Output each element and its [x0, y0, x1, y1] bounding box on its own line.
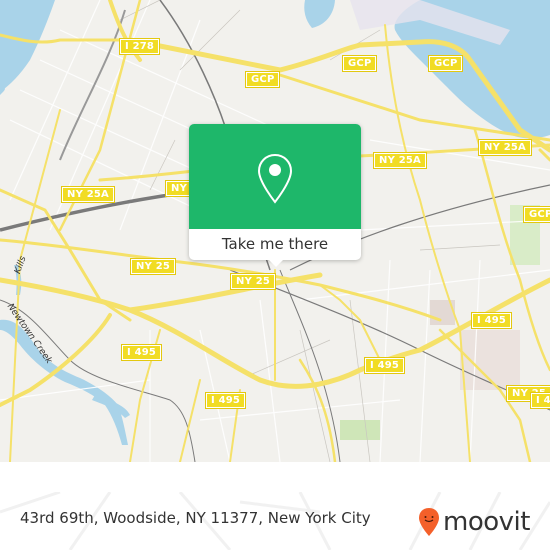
road-shield-ny25a: NY 25A [478, 139, 532, 156]
water-newtown-creek [0, 319, 128, 445]
road-shield-ny25: NY 25 [229, 273, 277, 290]
map-canvas[interactable]: I 278 GCP GCP GCP GCP NY 25A NY NY 25A N… [0, 0, 550, 462]
footer: 43rd 69th, Woodside, NY 11377, New York … [0, 492, 550, 550]
destination-address: 43rd 69th, Woodside, NY 11377, New York … [20, 509, 371, 527]
road-shield-i495: I 495 [470, 312, 513, 329]
destination-popup: Take me there [189, 124, 361, 267]
park [340, 420, 380, 440]
popup-tail [267, 258, 285, 267]
road-shield-i495: I 495 [529, 392, 550, 409]
road-shield-gcp: GCP [341, 55, 378, 72]
road-shield-i495: I 495 [120, 344, 163, 361]
take-me-there-button[interactable]: Take me there [189, 229, 361, 260]
road-shield-ny25: NY 25 [129, 258, 177, 275]
road-shield-i278: I 278 [118, 38, 161, 55]
road-shield-i495: I 495 [363, 357, 406, 374]
road-shield-gcp: GCP [244, 71, 281, 88]
water-east-river [0, 0, 55, 92]
road-shield-ny25a: NY 25A [61, 186, 115, 203]
map-pin-icon [257, 153, 293, 204]
road-shield-i495: I 495 [204, 392, 247, 409]
road-shield-gcp: GCP [522, 206, 550, 223]
road-shield-ny25a: NY 25A [373, 152, 427, 169]
popup-header[interactable] [189, 124, 361, 229]
road-shield-gcp: GCP [427, 55, 464, 72]
moovit-pin-logo-icon [419, 508, 439, 536]
moovit-wordmark: moovit [443, 507, 530, 537]
water-pond [304, 0, 335, 28]
moovit-logo[interactable]: moovit [418, 506, 530, 538]
